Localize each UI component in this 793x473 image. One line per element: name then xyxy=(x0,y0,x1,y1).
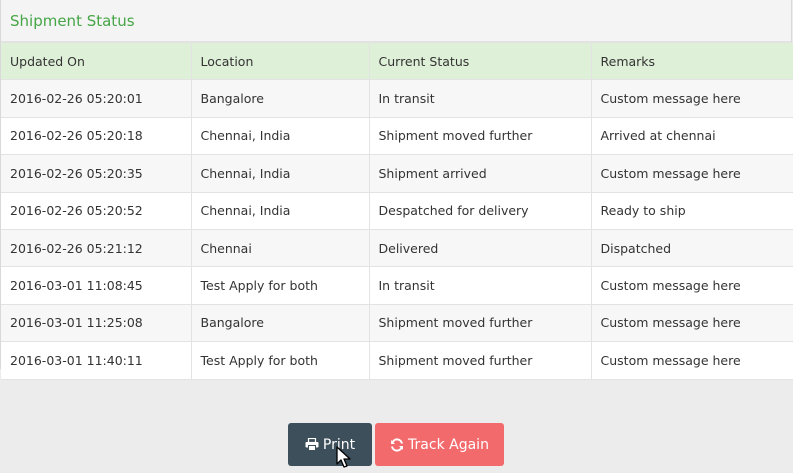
cell-updated-on: 2016-03-01 11:40:11 xyxy=(1,341,192,380)
cell-updated-on: 2016-02-26 05:20:01 xyxy=(1,79,192,118)
cell-remarks: Ready to ship xyxy=(591,191,793,230)
cell-location: Bangalore xyxy=(191,303,370,343)
cell-current-status: Shipment arrived xyxy=(369,154,592,193)
cell-updated-on: 2016-03-01 11:08:45 xyxy=(1,266,192,305)
column-header-current-status: Current Status xyxy=(369,41,592,81)
cell-remarks: Arrived at chennai xyxy=(591,116,793,156)
cell-current-status: Shipment moved further xyxy=(369,303,592,343)
column-header-location: Location xyxy=(191,41,370,81)
cell-location: Chennai xyxy=(191,228,370,268)
cell-updated-on: 2016-03-01 11:25:08 xyxy=(1,303,192,343)
cell-location: Test Apply for both xyxy=(191,341,370,380)
cell-location: Bangalore xyxy=(191,79,370,118)
cell-updated-on: 2016-02-26 05:20:52 xyxy=(1,191,192,230)
panel-heading: Shipment Status xyxy=(1,0,791,42)
table-row: 2016-02-26 05:21:12 Chennai Delivered Dispa… xyxy=(1,228,793,268)
table-body: 2016-02-26 05:20:01 Bangalore In transit Cu… xyxy=(1,79,793,380)
shipment-status-table: Updated On Location Current Status Remar… xyxy=(1,41,793,380)
print-icon xyxy=(305,437,319,451)
cell-current-status: Shipment moved further xyxy=(369,341,592,380)
cell-current-status: In transit xyxy=(369,266,592,305)
cell-updated-on: 2016-02-26 05:20:35 xyxy=(1,154,192,193)
cell-remarks: Custom message here xyxy=(591,303,793,343)
cell-remarks: Custom message here xyxy=(591,154,793,193)
cell-location: Test Apply for both xyxy=(191,266,370,305)
table-row: 2016-02-26 05:20:52 Chennai, India Despatc… xyxy=(1,191,793,230)
cell-location: Chennai, India xyxy=(191,116,370,156)
track-again-button-label: Track Again xyxy=(408,436,489,453)
table-row: 2016-03-01 11:08:45 Test Apply for both In… xyxy=(1,266,793,305)
panel-title: Shipment Status xyxy=(10,11,135,30)
cell-current-status: Despatched for delivery xyxy=(369,191,592,230)
table-row: 2016-02-26 05:20:18 Chennai, India Shipmen… xyxy=(1,116,793,156)
cell-remarks: Custom message here xyxy=(591,341,793,380)
cell-remarks: Custom message here xyxy=(591,79,793,118)
cell-current-status: Shipment moved further xyxy=(369,116,592,156)
table-row: 2016-03-01 11:40:11 Test Apply for both Sh… xyxy=(1,341,793,380)
cell-current-status: Delivered xyxy=(369,228,592,268)
cell-updated-on: 2016-02-26 05:20:18 xyxy=(1,116,192,156)
table-row: 2016-02-26 05:20:01 Bangalore In transit Cu… xyxy=(1,79,793,118)
track-again-button[interactable]: Track Again xyxy=(375,423,504,466)
shipment-status-panel: Shipment Status Updated On Location Curr… xyxy=(0,0,793,380)
mouse-cursor-icon xyxy=(336,446,351,468)
print-button[interactable]: Print xyxy=(288,423,372,466)
table-row: 2016-02-26 05:20:35 Chennai, India Shipmen… xyxy=(1,154,793,193)
cell-remarks: Custom message here xyxy=(591,266,793,305)
cell-remarks: Dispatched xyxy=(591,228,793,268)
cell-location: Chennai, India xyxy=(191,191,370,230)
table-row: 2016-03-01 11:25:08 Bangalore Shipment mov… xyxy=(1,303,793,343)
cell-location: Chennai, India xyxy=(191,154,370,193)
table-header-row: Updated On Location Current Status Remar… xyxy=(1,41,793,81)
column-header-remarks: Remarks xyxy=(591,41,793,81)
refresh-icon xyxy=(390,437,404,452)
cell-current-status: In transit xyxy=(369,79,592,118)
cell-updated-on: 2016-02-26 05:21:12 xyxy=(1,228,192,268)
column-header-updated-on: Updated On xyxy=(1,41,192,81)
